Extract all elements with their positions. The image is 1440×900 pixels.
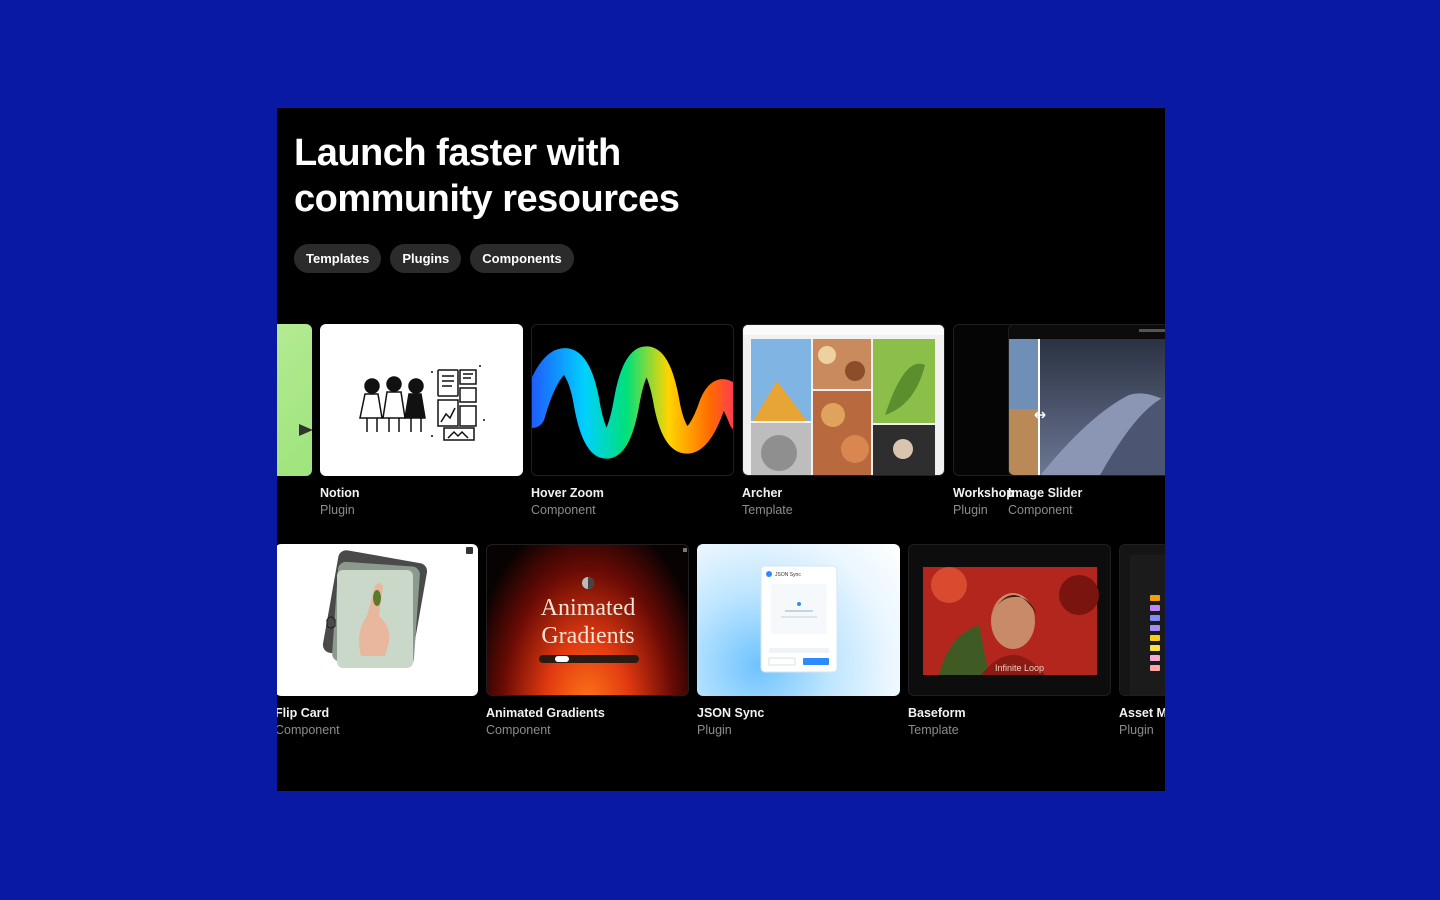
resource-name: Image Slider (1008, 486, 1083, 500)
community-resources-panel: Launch faster with community resources T… (277, 108, 1165, 791)
resource-card-json-sync[interactable]: JSON Sync JSON Sync Plugin (697, 544, 900, 737)
thumb-text-infinite-loop: Infinite Loop (995, 663, 1044, 673)
resource-card-hover-zoom[interactable]: Hover Zoom Component (531, 324, 734, 517)
resource-name: Flip Card (277, 706, 330, 720)
arrow-icon (299, 424, 312, 436)
animated-gradients-thumbnail[interactable]: Animated Gradients (486, 544, 689, 696)
resource-carousel-row-1: Notion Plugin Hover Zoom Component Arche… (277, 324, 1165, 524)
archer-thumbnail[interactable] (742, 324, 945, 476)
resource-name: JSON Sync (697, 706, 765, 720)
resource-type: Component (531, 503, 596, 517)
resource-card-partial[interactable] (277, 324, 312, 476)
photo-collage-icon (743, 325, 944, 475)
resource-thumbnail[interactable] (277, 324, 312, 476)
portrait-photo-icon: Infinite Loop (923, 567, 1099, 675)
plugin-window-title: JSON Sync (775, 572, 801, 578)
resource-card-archer[interactable]: Archer Template (742, 324, 945, 517)
page-title: Launch faster with community resources (294, 130, 680, 222)
hand-card-icon (322, 547, 473, 668)
resource-card-notion[interactable]: Notion Plugin (320, 324, 523, 517)
gradient-orb-icon: Animated Gradients (539, 548, 687, 663)
resource-type: Component (1008, 503, 1073, 517)
hover-zoom-thumbnail[interactable] (531, 324, 734, 476)
resource-name: Notion (320, 486, 360, 500)
people-illustration-icon (359, 365, 485, 441)
asset-list-icon (1130, 555, 1165, 695)
resource-type: Plugin (1119, 723, 1154, 737)
resource-card-asset-manager[interactable]: Asset M Plugin (1119, 544, 1165, 737)
rainbow-wave-icon (532, 346, 733, 459)
image-slider-thumbnail[interactable] (1008, 324, 1165, 476)
resource-type: Plugin (697, 723, 732, 737)
resource-carousel-row-2: Flip Card Component Animated Gradients A… (277, 544, 1165, 744)
resource-card-baseform[interactable]: Infinite Loop Baseform Template (908, 544, 1111, 737)
baseform-thumbnail[interactable]: Infinite Loop (908, 544, 1111, 696)
asset-manager-thumbnail[interactable] (1119, 544, 1165, 696)
plugin-window-icon: JSON Sync (760, 565, 838, 673)
resource-card-animated-gradients[interactable]: Animated Gradients Animated Gradients Co… (486, 544, 689, 737)
resource-type: Component (486, 723, 551, 737)
resource-type: Plugin (320, 503, 355, 517)
filter-chips: Templates Plugins Components (294, 244, 574, 273)
resource-name: Asset M (1119, 706, 1165, 720)
resource-name: Hover Zoom (531, 486, 604, 500)
filter-components-button[interactable]: Components (470, 244, 574, 273)
resource-name: Animated Gradients (486, 706, 605, 720)
thumb-text-animated: Animated (541, 595, 636, 621)
page-title-line-2: community resources (294, 178, 680, 220)
resource-card-flip-card[interactable]: Flip Card Component (277, 544, 478, 737)
resource-type: Component (277, 723, 340, 737)
resource-type: Template (742, 503, 793, 517)
thumb-text-gradients: Gradients (541, 623, 634, 649)
resource-type: Template (908, 723, 959, 737)
flip-card-thumbnail[interactable] (277, 544, 478, 696)
filter-templates-button[interactable]: Templates (294, 244, 382, 273)
filter-plugins-button[interactable]: Plugins (390, 244, 462, 273)
resource-name: Archer (742, 486, 783, 500)
notion-thumbnail[interactable] (320, 324, 523, 476)
page-title-line-1: Launch faster with (294, 132, 621, 174)
json-sync-thumbnail[interactable]: JSON Sync (697, 544, 900, 696)
resource-card-image-slider[interactable]: Image Slider Component (1008, 324, 1165, 517)
dune-slider-icon (1009, 329, 1165, 475)
resource-name: Baseform (908, 706, 966, 720)
